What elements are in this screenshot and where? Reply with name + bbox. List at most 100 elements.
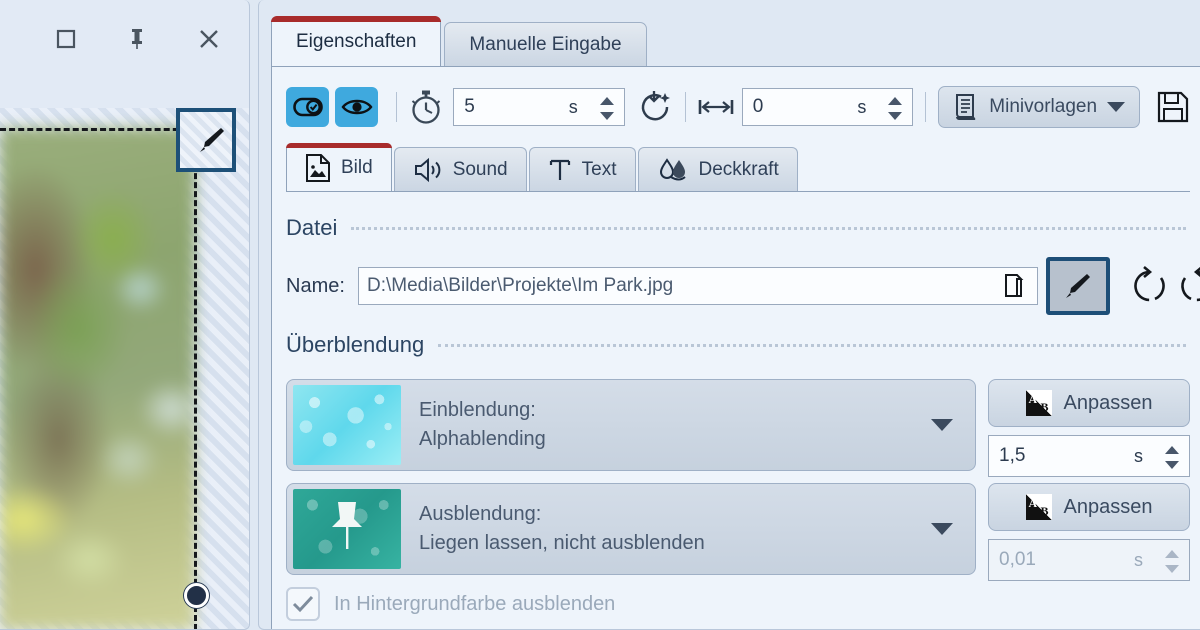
list-document-icon xyxy=(953,93,979,121)
fade-out-adjust-label: Anpassen xyxy=(1064,496,1153,519)
fade-out-duration-value: 0,01 xyxy=(989,549,1036,571)
rotate-right-button[interactable] xyxy=(1176,265,1200,307)
check-icon xyxy=(292,594,314,614)
fade-out-combo[interactable]: Ausblendung: Liegen lassen, nicht ausble… xyxy=(286,483,976,575)
eye-icon xyxy=(341,96,373,118)
subtab-text[interactable]: Text xyxy=(529,147,636,191)
toolbar-divider-3 xyxy=(925,92,926,122)
chevron-down-icon xyxy=(931,523,953,535)
fade-out-caption: Ausblendung: xyxy=(419,500,705,529)
brush-tool-overlay[interactable] xyxy=(176,108,236,172)
toggle-enabled-button[interactable] xyxy=(286,87,329,127)
properties-panel: Eigenschaften Manuelle Eingabe xyxy=(258,0,1200,630)
background-fade-checkbox[interactable] xyxy=(286,587,320,621)
toolbar-divider-2 xyxy=(685,92,686,122)
offset-input[interactable]: 0 s xyxy=(742,88,914,126)
save-button[interactable] xyxy=(1156,90,1190,124)
fade-in-caption: Einblendung: xyxy=(419,396,546,425)
ueberblendung-title: Überblendung xyxy=(286,332,424,358)
fade-in-duration-value: 1,5 xyxy=(989,445,1025,467)
subtab-sound-label: Sound xyxy=(453,159,508,181)
fade-out-thumbnail xyxy=(293,489,401,569)
arrows-horizontal-icon xyxy=(698,96,734,118)
duration-unit: s xyxy=(569,97,578,118)
toggle-visible-button[interactable] xyxy=(335,87,378,127)
close-icon[interactable] xyxy=(192,22,226,56)
ab-contrast-icon: AB xyxy=(1026,494,1052,520)
properties-toolbar: 5 s xyxy=(286,83,1190,131)
offset-value: 0 xyxy=(743,96,764,118)
rotate-left-button[interactable] xyxy=(1130,265,1170,307)
minivorlagen-label: Minivorlagen xyxy=(989,96,1097,118)
subtab-bild-label: Bild xyxy=(341,157,373,179)
fade-in-duration-input[interactable]: 1,5 s xyxy=(988,435,1190,477)
folder-open-icon xyxy=(1003,272,1029,300)
file-path-value: D:\Media\Bilder\Projekte\Im Park.jpg xyxy=(367,275,673,297)
fade-out-text: Ausblendung: Liegen lassen, nicht ausble… xyxy=(419,500,705,558)
fade-out-adjust-button[interactable]: AB Anpassen xyxy=(988,483,1190,531)
floppy-save-icon xyxy=(1156,90,1190,124)
minivorlagen-button[interactable]: Minivorlagen xyxy=(938,86,1140,128)
background-fade-label: In Hintergrundfarbe ausblenden xyxy=(334,593,615,616)
pin-icon[interactable] xyxy=(120,22,154,56)
content-subtabs: Bild Sound Text xyxy=(286,143,800,191)
pin-icon xyxy=(325,497,369,561)
chevron-down-icon xyxy=(1107,102,1125,112)
browse-file-button[interactable] xyxy=(994,267,1038,305)
name-label: Name: xyxy=(286,275,345,298)
tab-eigenschaften-label: Eigenschaften xyxy=(296,31,416,53)
tab-manuelle-eingabe[interactable]: Manuelle Eingabe xyxy=(444,22,646,66)
opacity-icon xyxy=(657,157,689,183)
duration-value: 5 xyxy=(454,96,475,118)
fade-in-thumbnail xyxy=(293,385,401,465)
stopwatch-icon xyxy=(409,89,443,125)
duration-spinner[interactable] xyxy=(596,93,618,123)
ueberblendung-divider xyxy=(438,344,1186,347)
rotate-sparkle-icon[interactable] xyxy=(637,89,673,125)
ueberblendung-section-header: Überblendung xyxy=(286,332,1186,358)
fade-in-combo[interactable]: Einblendung: Alphablending xyxy=(286,379,976,471)
preview-panel xyxy=(0,0,250,630)
subtab-bild[interactable]: Bild xyxy=(286,143,392,191)
edit-image-button[interactable] xyxy=(1046,257,1110,315)
fade-in-duration-spinner[interactable] xyxy=(1161,442,1183,472)
chevron-down-icon xyxy=(931,419,953,431)
background-fade-row[interactable]: In Hintergrundfarbe ausblenden xyxy=(286,587,615,621)
subtab-text-label: Text xyxy=(582,159,617,181)
ab-contrast-icon: AB xyxy=(1026,390,1052,416)
offset-unit: s xyxy=(857,97,866,118)
file-path-input[interactable]: D:\Media\Bilder\Projekte\Im Park.jpg xyxy=(358,267,995,305)
preview-canvas[interactable] xyxy=(0,108,250,630)
fade-in-adjust-label: Anpassen xyxy=(1064,392,1153,415)
subtab-deckkraft[interactable]: Deckkraft xyxy=(638,147,798,191)
selection-border-right xyxy=(194,128,197,630)
preview-image xyxy=(0,128,195,630)
offset-spinner[interactable] xyxy=(884,93,906,123)
toggle-check-icon xyxy=(293,96,323,118)
fade-in-duration-unit: s xyxy=(1134,446,1143,467)
tab-eigenschaften[interactable]: Eigenschaften xyxy=(271,16,441,66)
subtab-sound[interactable]: Sound xyxy=(394,147,527,191)
fade-out-duration-unit: s xyxy=(1134,550,1143,571)
subtab-underline xyxy=(286,191,1190,192)
window-controls xyxy=(30,18,245,60)
selection-border-top xyxy=(0,128,197,131)
fade-out-duration-input[interactable]: 0,01 s xyxy=(988,539,1190,581)
datei-title: Datei xyxy=(286,215,337,241)
resize-handle-bottom[interactable] xyxy=(184,583,209,608)
tab-manuelle-eingabe-label: Manuelle Eingabe xyxy=(469,34,621,56)
fade-out-value: Liegen lassen, nicht ausblenden xyxy=(419,529,705,558)
rotate-ccw-icon xyxy=(1130,265,1170,307)
fade-in-adjust-button[interactable]: AB Anpassen xyxy=(988,379,1190,427)
image-file-icon xyxy=(305,153,331,183)
brush-icon xyxy=(1061,269,1095,303)
brush-icon xyxy=(194,123,228,157)
duration-input[interactable]: 5 s xyxy=(453,88,625,126)
fade-in-value: Alphablending xyxy=(419,425,546,454)
maximize-icon[interactable] xyxy=(49,22,83,56)
text-t-icon xyxy=(548,157,572,183)
subtab-deckkraft-label: Deckkraft xyxy=(699,159,779,181)
datei-section-header: Datei xyxy=(286,215,1186,241)
fade-out-duration-spinner[interactable] xyxy=(1161,546,1183,576)
toolbar-divider-1 xyxy=(396,92,397,122)
